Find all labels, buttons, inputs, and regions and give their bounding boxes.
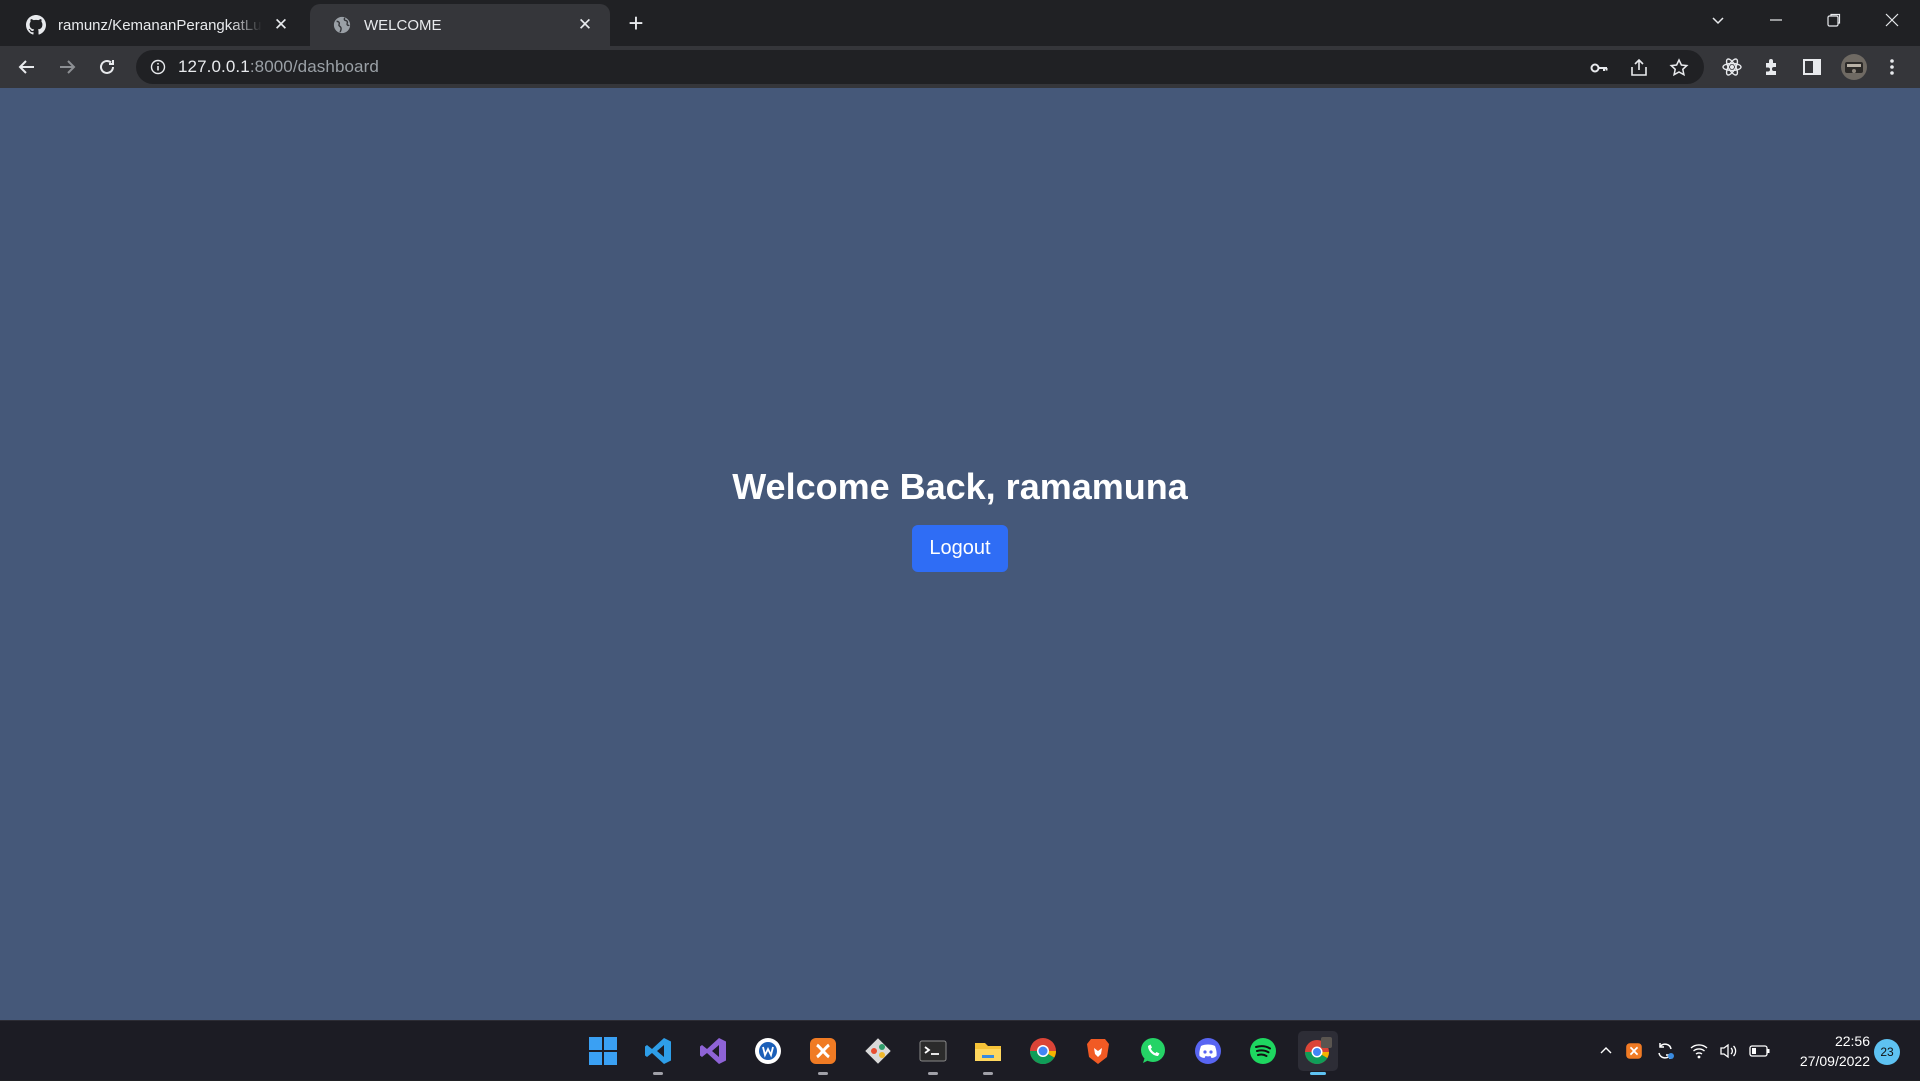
close-tab-icon[interactable]: ✕ (270, 14, 292, 36)
url-text: 127.0.0.1:8000/dashboard (178, 57, 379, 77)
vscode-icon[interactable] (638, 1031, 678, 1075)
page-content: Welcome Back, ramamuna Logout (0, 88, 1920, 1020)
brave-icon[interactable] (1078, 1031, 1118, 1071)
terminal-icon[interactable] (913, 1031, 953, 1075)
forward-arrow-icon[interactable] (52, 52, 82, 82)
logout-button[interactable]: Logout (912, 525, 1008, 572)
minimize-icon[interactable] (1748, 0, 1804, 40)
tab-welcome[interactable]: WELCOME ✕ (310, 4, 610, 46)
github-icon (26, 15, 46, 35)
profile-avatar[interactable] (1840, 53, 1868, 81)
url-path: :8000/dashboard (249, 57, 379, 76)
share-icon[interactable] (1628, 57, 1650, 79)
running-indicator (653, 1072, 663, 1075)
windows-taskbar: 22:56 27/09/2022 (0, 1020, 1920, 1080)
reload-icon[interactable] (92, 52, 122, 82)
tab-github-repo[interactable]: ramunz/KemananPerangkatLunak ✕ (4, 4, 306, 46)
volume-icon[interactable] (1715, 1021, 1741, 1081)
xampp-tray-icon[interactable] (1622, 1021, 1646, 1081)
react-devtools-icon[interactable] (1720, 55, 1744, 79)
sync-icon[interactable] (1652, 1021, 1678, 1081)
running-indicator (818, 1072, 828, 1075)
restore-icon[interactable] (1806, 0, 1862, 40)
tab-title: ramunz/KemananPerangkatLunak (58, 16, 262, 34)
globe-icon (332, 15, 352, 35)
site-info-icon[interactable] (148, 57, 168, 77)
whatsapp-icon[interactable] (1133, 1031, 1173, 1071)
running-indicator (928, 1072, 938, 1075)
start-icon[interactable] (583, 1031, 623, 1071)
back-arrow-icon[interactable] (12, 52, 42, 82)
new-tab-button[interactable]: + (622, 10, 650, 38)
extensions-puzzle-icon[interactable] (1760, 55, 1784, 79)
wifi-icon[interactable] (1686, 1021, 1712, 1081)
chrome-profile-icon[interactable] (1298, 1031, 1338, 1075)
url-host: 127.0.0.1 (178, 57, 250, 76)
kebab-menu-icon[interactable] (1880, 55, 1904, 79)
running-indicator (1310, 1072, 1326, 1075)
welcome-heading: Welcome Back, ramamuna (732, 466, 1188, 507)
key-icon[interactable] (1588, 57, 1610, 79)
clock-time: 22:56 (1834, 1033, 1870, 1049)
close-window-icon[interactable] (1864, 0, 1920, 40)
tab-title: WELCOME (364, 16, 442, 34)
discord-icon[interactable] (1188, 1031, 1228, 1071)
notification-badge[interactable]: 23 (1874, 1039, 1900, 1065)
tab-strip: ramunz/KemananPerangkatLunak ✕ WELCOME ✕… (0, 0, 1920, 46)
visual-studio-icon[interactable] (693, 1031, 733, 1071)
spotify-icon[interactable] (1243, 1031, 1283, 1071)
tab-search-chevron-icon[interactable] (1690, 0, 1746, 40)
show-hidden-icons-chevron-icon[interactable] (1594, 1021, 1618, 1081)
chrome-icon[interactable] (1023, 1031, 1063, 1071)
address-bar[interactable]: 127.0.0.1:8000/dashboard (136, 50, 1704, 84)
close-tab-icon[interactable]: ✕ (574, 14, 596, 36)
file-explorer-icon[interactable] (968, 1031, 1008, 1075)
wps-icon[interactable] (748, 1031, 788, 1071)
running-indicator (983, 1072, 993, 1075)
system-clock[interactable]: 22:56 27/09/2022 (1780, 1031, 1870, 1071)
git-icon[interactable] (858, 1031, 898, 1071)
xampp-icon[interactable] (803, 1031, 843, 1075)
bookmark-star-icon[interactable] (1668, 57, 1690, 79)
welcome-panel: Welcome Back, ramamuna Logout (732, 466, 1188, 572)
clock-date: 27/09/2022 (1799, 1053, 1870, 1069)
side-panel-icon[interactable] (1800, 55, 1824, 79)
battery-icon[interactable] (1746, 1021, 1774, 1081)
browser-toolbar: 127.0.0.1:8000/dashboard (0, 46, 1920, 88)
